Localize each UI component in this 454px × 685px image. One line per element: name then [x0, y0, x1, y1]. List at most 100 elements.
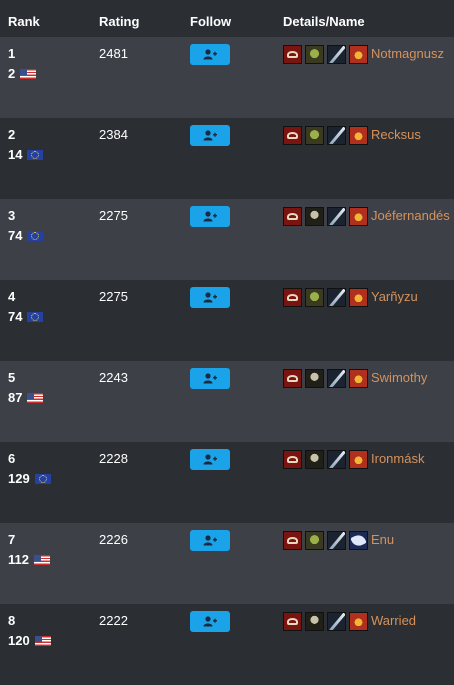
region-rank: 112 [8, 553, 50, 567]
table-row: 1 2 2481 Notmagnusz [0, 37, 454, 118]
eu-flag-icon [27, 231, 44, 241]
follow-button[interactable] [190, 44, 230, 65]
eu-flag-icon [27, 312, 44, 322]
rank-value: 1 [8, 46, 16, 61]
undead-race-icon [305, 207, 324, 226]
rating-value: 2243 [99, 370, 128, 385]
undead-race-icon [305, 612, 324, 631]
region-rank: 74 [8, 228, 44, 243]
header-rank[interactable]: Rank [8, 14, 40, 29]
follow-button[interactable] [190, 206, 230, 227]
class-icon [349, 45, 368, 64]
spec-icon [327, 612, 346, 631]
character-icons [283, 450, 371, 469]
class-icon [349, 207, 368, 226]
follow-button[interactable] [190, 611, 230, 632]
undead-race-icon [305, 450, 324, 469]
class-icon [349, 126, 368, 145]
region-rank: 74 [8, 309, 44, 324]
rank-value: 2 [8, 127, 16, 142]
rating-value: 2228 [99, 451, 128, 466]
follow-button[interactable] [190, 125, 230, 146]
horde-icon [283, 45, 302, 64]
region-rank: 120 [8, 634, 51, 648]
rank-value: 8 [8, 613, 16, 628]
us-flag-icon [20, 69, 37, 79]
add-user-icon [203, 535, 217, 546]
spec-icon [327, 369, 346, 388]
character-icons [283, 531, 371, 550]
region-rank-value: 74 [8, 309, 23, 324]
region-rank-value: 2 [8, 66, 16, 81]
rank-value: 6 [8, 451, 16, 466]
horde-icon [283, 369, 302, 388]
character-name-link[interactable]: Recksus [371, 128, 421, 142]
add-user-icon [203, 130, 217, 141]
us-flag-icon [33, 555, 50, 565]
table-row: 5 87 2243 Swimothy [0, 361, 454, 442]
character-name-link[interactable]: Notmagnusz [371, 47, 444, 61]
class-icon [349, 450, 368, 469]
region-rank-value: 14 [8, 147, 23, 162]
us-flag-icon [34, 636, 51, 646]
character-icons [283, 612, 371, 631]
leaderboard-table: Rank Rating Follow Details/Name 1 2 2481… [0, 0, 454, 685]
header-rating[interactable]: Rating [99, 14, 139, 29]
region-rank-value: 74 [8, 228, 23, 243]
class-icon [349, 288, 368, 307]
header-details[interactable]: Details/Name [283, 14, 365, 29]
table-row: 2 14 2384 Recksus [0, 118, 454, 199]
table-row: 3 74 2275 Joéfernandés [0, 199, 454, 280]
character-name-link[interactable]: Swimothy [371, 371, 427, 385]
rank-value: 7 [8, 532, 16, 547]
table-row: 4 74 2275 Yarñyzu [0, 280, 454, 361]
table-row: 8 120 2222 Warried [0, 604, 454, 685]
region-rank: 2 [8, 66, 37, 81]
orc-race-icon [305, 531, 324, 550]
rank-value: 3 [8, 208, 16, 223]
character-icons [283, 369, 371, 388]
region-rank: 129 [8, 472, 51, 486]
spec-icon [327, 126, 346, 145]
follow-button[interactable] [190, 368, 230, 389]
orc-race-icon [305, 288, 324, 307]
class-icon [349, 369, 368, 388]
follow-button[interactable] [190, 449, 230, 470]
character-name-link[interactable]: Warried [371, 614, 416, 628]
class-icon [349, 612, 368, 631]
spec-icon [327, 45, 346, 64]
follow-button[interactable] [190, 530, 230, 551]
horde-icon [283, 450, 302, 469]
region-rank-value: 87 [8, 390, 23, 405]
undead-race-icon [305, 369, 324, 388]
horde-icon [283, 612, 302, 631]
rating-value: 2275 [99, 208, 128, 223]
character-icons [283, 45, 371, 64]
spec-icon [327, 207, 346, 226]
horde-icon [283, 126, 302, 145]
eu-flag-icon [27, 150, 44, 160]
character-name-link[interactable]: Ironmásk [371, 452, 424, 466]
follow-button[interactable] [190, 287, 230, 308]
character-name-link[interactable]: Enu [371, 533, 394, 547]
character-name-link[interactable]: Yarñyzu [371, 290, 418, 304]
horde-icon [283, 531, 302, 550]
spec-icon [327, 288, 346, 307]
spec-icon [327, 531, 346, 550]
table-row: 6 129 2228 Ironmásk [0, 442, 454, 523]
region-rank-value: 129 [8, 471, 30, 486]
table-header: Rank Rating Follow Details/Name [0, 0, 454, 37]
add-user-icon [203, 373, 217, 384]
add-user-icon [203, 292, 217, 303]
region-rank: 14 [8, 147, 44, 162]
character-name-link[interactable]: Joéfernandés [371, 209, 450, 223]
spec-icon [327, 450, 346, 469]
character-icons [283, 288, 371, 307]
rating-value: 2275 [99, 289, 128, 304]
class-icon [349, 531, 368, 550]
rating-value: 2481 [99, 46, 128, 61]
horde-icon [283, 207, 302, 226]
horde-icon [283, 288, 302, 307]
add-user-icon [203, 616, 217, 627]
rank-value: 5 [8, 370, 16, 385]
